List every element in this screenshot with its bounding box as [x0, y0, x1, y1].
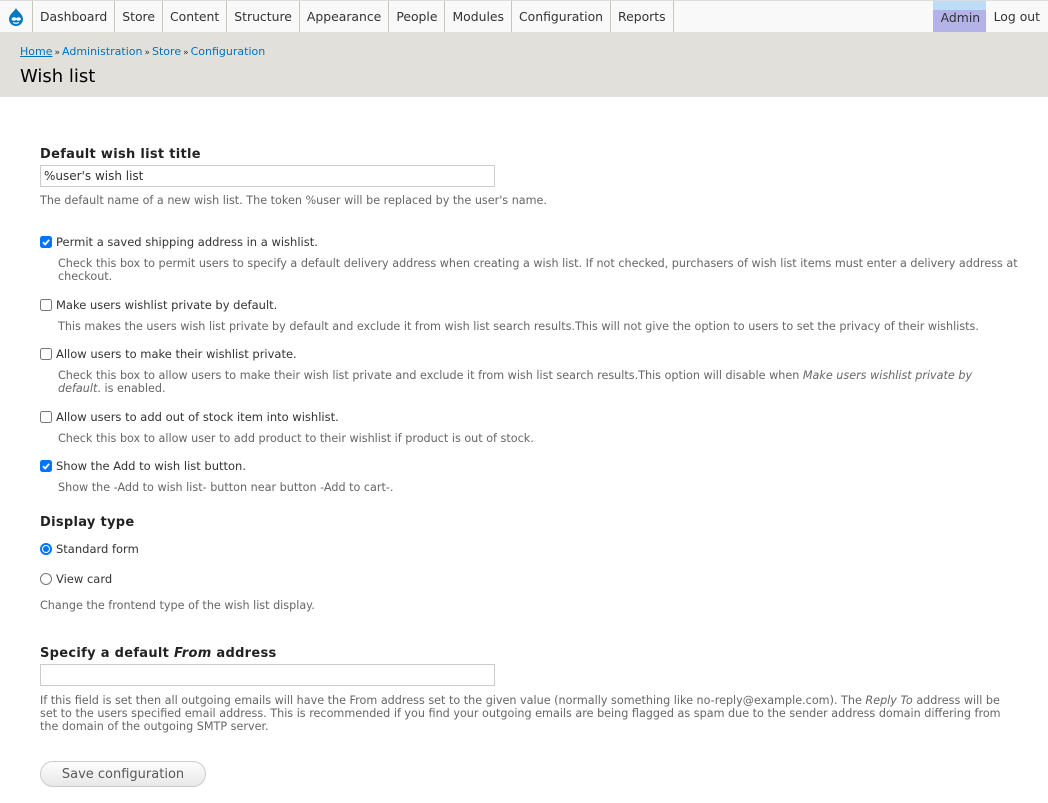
private-by-default-description: This makes the users wish list private b…	[58, 320, 979, 333]
user-account-link[interactable]: Admin	[932, 1, 986, 32]
allow-private-description: Check this box to allow users to make th…	[58, 369, 1018, 395]
home-logo-link[interactable]	[0, 1, 33, 32]
toolbar-item-people[interactable]: People	[389, 1, 446, 32]
display-type-group: Display type	[40, 515, 135, 530]
toolbar-item-dashboard[interactable]: Dashboard	[33, 1, 116, 32]
toolbar-item-reports[interactable]: Reports	[611, 1, 674, 32]
check-icon	[42, 239, 50, 246]
toolbar-item-structure[interactable]: Structure	[227, 1, 300, 32]
title-field-description: The default name of a new wish list. The…	[40, 194, 547, 207]
breadcrumb-administration[interactable]: Administration	[62, 45, 143, 58]
show-add-to-wishlist-label[interactable]: Show the Add to wish list button.	[56, 459, 246, 473]
saved-shipping-checkbox[interactable]	[40, 236, 52, 248]
toolbar-menu: Dashboard Store Content Structure Appear…	[33, 1, 674, 32]
page-header: Home» Administration» Store» Configuration …	[0, 32, 1048, 97]
toolbar-item-configuration[interactable]: Configuration	[512, 1, 612, 32]
breadcrumb-configuration[interactable]: Configuration	[191, 45, 266, 58]
out-of-stock-label[interactable]: Allow users to add out of stock item int…	[56, 410, 339, 424]
from-address-label: Specify a default From address	[40, 646, 277, 661]
allow-private-label[interactable]: Allow users to make their wishlist priva…	[56, 347, 297, 361]
show-add-to-wishlist-checkbox[interactable]	[40, 460, 52, 472]
saved-shipping-description: Check this box to permit users to specif…	[58, 257, 1018, 283]
toolbar-item-store[interactable]: Store	[115, 1, 163, 32]
title-field-group: Default wish list title	[40, 147, 201, 162]
allow-private-description-tail: . is enabled.	[97, 382, 166, 395]
from-address-input[interactable]	[40, 664, 495, 686]
private-by-default-label[interactable]: Make users wishlist private by default.	[56, 298, 277, 312]
from-address-label-tail: address	[211, 646, 277, 661]
breadcrumb: Home» Administration» Store» Configuration	[20, 45, 265, 58]
out-of-stock-checkbox[interactable]	[40, 411, 52, 423]
logout-link[interactable]: Log out	[986, 1, 1048, 32]
saved-shipping-label[interactable]: Permit a saved shipping address in a wis…	[56, 235, 318, 249]
radio-row-view-card: View card	[40, 572, 112, 586]
from-address-description-text: If this field is set then all outgoing e…	[40, 694, 866, 707]
view-card-radio[interactable]	[40, 573, 52, 585]
checkbox-row-saved-shipping: Permit a saved shipping address in a wis…	[40, 235, 318, 249]
toolbar-item-appearance[interactable]: Appearance	[300, 1, 390, 32]
check-icon	[42, 463, 50, 470]
checkbox-row-private-default: Make users wishlist private by default.	[40, 298, 277, 312]
admin-toolbar: Dashboard Store Content Structure Appear…	[0, 0, 1048, 32]
radio-row-standard-form: Standard form	[40, 542, 139, 556]
from-address-description-emphasis: Reply To	[865, 694, 913, 707]
toolbar-item-modules[interactable]: Modules	[445, 1, 512, 32]
checkbox-row-out-of-stock: Allow users to add out of stock item int…	[40, 410, 339, 424]
allow-private-checkbox[interactable]	[40, 348, 52, 360]
allow-private-description-text: Check this box to allow users to make th…	[58, 369, 803, 382]
from-address-description: If this field is set then all outgoing e…	[40, 694, 1015, 733]
from-address-group: Specify a default From address	[40, 646, 277, 661]
breadcrumb-separator: »	[183, 48, 189, 58]
private-by-default-checkbox[interactable]	[40, 299, 52, 311]
title-field-label: Default wish list title	[40, 147, 201, 162]
from-address-label-emphasis: From	[174, 646, 212, 661]
toolbar-user-menu: Admin Log out	[932, 1, 1048, 32]
checkbox-row-show-button: Show the Add to wish list button.	[40, 459, 246, 473]
show-add-to-wishlist-description: Show the -Add to wish list- button near …	[58, 481, 394, 494]
save-configuration-button[interactable]: Save configuration	[40, 761, 206, 787]
checkbox-row-allow-private: Allow users to make their wishlist priva…	[40, 347, 297, 361]
display-type-label: Display type	[40, 515, 135, 530]
out-of-stock-description: Check this box to allow user to add prod…	[58, 432, 534, 445]
toolbar-item-content[interactable]: Content	[163, 1, 228, 32]
breadcrumb-store[interactable]: Store	[152, 45, 181, 58]
view-card-label[interactable]: View card	[56, 572, 112, 586]
standard-form-radio[interactable]	[40, 543, 52, 555]
display-type-description: Change the frontend type of the wish lis…	[40, 599, 315, 612]
wish-list-title-input[interactable]	[40, 165, 495, 187]
drupal-drop-icon	[9, 7, 23, 26]
page-title: Wish list	[20, 66, 96, 87]
breadcrumb-separator: »	[144, 48, 151, 58]
breadcrumb-home[interactable]: Home	[20, 45, 52, 58]
standard-form-label[interactable]: Standard form	[56, 542, 139, 556]
from-address-label-text: Specify a default	[40, 646, 175, 661]
breadcrumb-separator: »	[54, 48, 60, 58]
